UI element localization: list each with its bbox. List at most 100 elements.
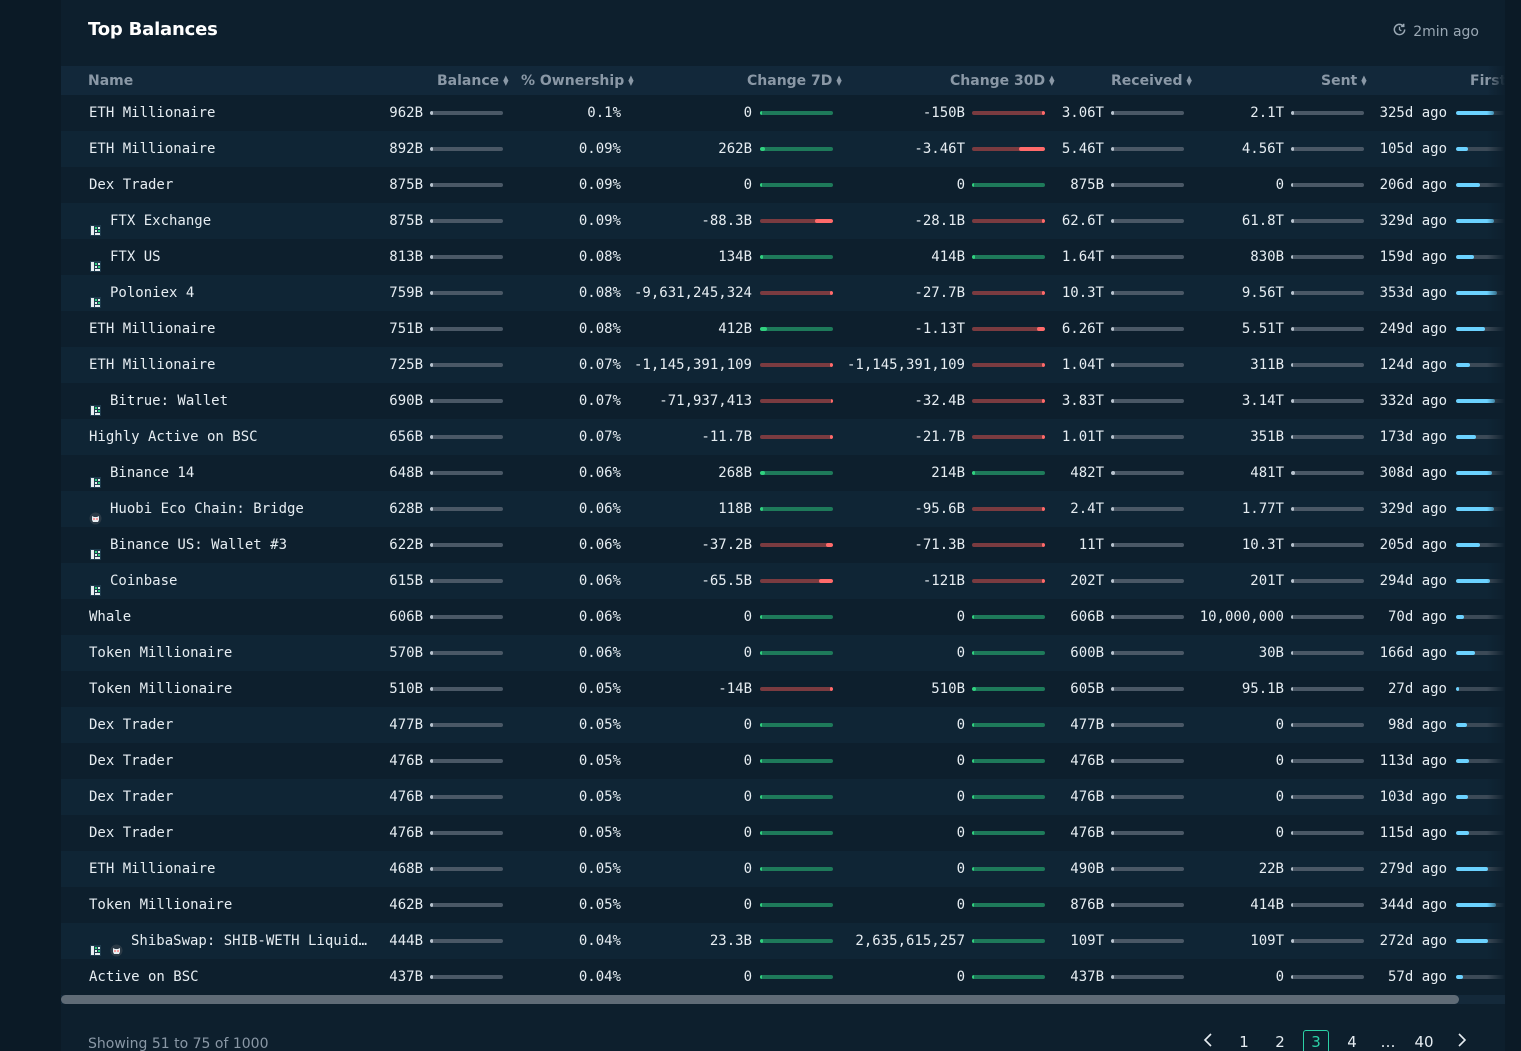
received-bar-fill bbox=[1111, 219, 1114, 223]
address-name-label: Token Millionaire bbox=[89, 645, 233, 661]
table-row[interactable]: Token Millionaire 570B 0.06% 0 0 600B 30B 166d … bbox=[61, 635, 1505, 671]
address-name[interactable]: ETH Millionaire bbox=[89, 851, 374, 887]
change7d-value: -14B bbox=[718, 681, 752, 697]
address-name[interactable]: FTX US bbox=[89, 239, 374, 275]
balance-value: 656B bbox=[389, 429, 423, 445]
received-bar bbox=[1111, 435, 1184, 439]
horizontal-scrollbar[interactable] bbox=[61, 995, 1505, 1004]
table-row[interactable]: ETH Millionaire 962B 0.1% 0 -150B 3.06T 2.1T 32… bbox=[61, 95, 1505, 131]
table-row[interactable]: Bitrue: Wallet 690B 0.07% -71,937,413 -32.4B… bbox=[61, 383, 1505, 419]
balance-bar-fill bbox=[430, 867, 433, 871]
address-name[interactable]: Whale bbox=[89, 599, 374, 635]
address-name[interactable]: ETH Millionaire bbox=[89, 131, 374, 167]
address-name[interactable]: ETH Millionaire bbox=[89, 347, 374, 383]
page-button-3[interactable]: 3 bbox=[1303, 1030, 1329, 1051]
table-row[interactable]: Binance 14 648B 0.06% 268B 214B 482T 481T 308d … bbox=[61, 455, 1505, 491]
address-name[interactable]: Bitrue: Wallet bbox=[89, 383, 374, 419]
ownership-value: 0.04% bbox=[578, 969, 621, 985]
table-row[interactable]: Dex Trader 476B 0.05% 0 0 476B 0 103d ago bbox=[61, 779, 1505, 815]
table-row[interactable]: Dex Trader 476B 0.05% 0 0 476B 0 113d ago bbox=[61, 743, 1505, 779]
table-row[interactable]: Dex Trader 875B 0.09% 0 0 875B 0 206d ago bbox=[61, 167, 1505, 203]
address-name-label: Token Millionaire bbox=[89, 681, 233, 697]
change30d-value: -150B bbox=[922, 105, 965, 121]
change30d-bar bbox=[972, 399, 1045, 403]
address-name-label: Coinbase bbox=[110, 573, 178, 589]
change7d-value: 412B bbox=[718, 321, 752, 337]
address-name[interactable]: FTX Exchange bbox=[89, 203, 374, 239]
table-row[interactable]: ETH Millionaire 751B 0.08% 412B -1.13T 6.26T 5… bbox=[61, 311, 1505, 347]
address-name[interactable]: Token Millionaire bbox=[89, 635, 374, 671]
sent-value: 0 bbox=[1275, 825, 1284, 841]
change7d-bar bbox=[760, 507, 833, 511]
table-row[interactable]: Dex Trader 476B 0.05% 0 0 476B 0 115d ago bbox=[61, 815, 1505, 851]
received-bar-fill bbox=[1111, 183, 1114, 187]
column-name[interactable]: Name bbox=[88, 73, 133, 89]
change30d-value: 414B bbox=[931, 249, 965, 265]
page-button-2[interactable]: 2 bbox=[1267, 1030, 1293, 1051]
column-change30d[interactable]: Change 30D ▲ ▼ bbox=[950, 73, 1055, 89]
refresh-status[interactable]: 2min ago bbox=[1392, 22, 1479, 41]
table-row[interactable]: Huobi Eco Chain: Bridge 628B 0.06% 118B -95.… bbox=[61, 491, 1505, 527]
table-row[interactable]: Whale 606B 0.06% 0 0 606B 10,000,000 70d ago bbox=[61, 599, 1505, 635]
address-name[interactable]: Dex Trader bbox=[89, 707, 374, 743]
address-name[interactable]: ShibaSwap: SHIB-WETH Liquid… bbox=[89, 923, 374, 959]
address-name[interactable]: Binance 14 bbox=[89, 455, 374, 491]
change30d-bar bbox=[972, 507, 1045, 511]
change7d-value: 118B bbox=[718, 501, 752, 517]
column-balance[interactable]: Balance ▲ ▼ bbox=[437, 73, 509, 89]
address-name[interactable]: Active on BSC bbox=[89, 959, 374, 995]
first-seen-value: 57d ago bbox=[1387, 969, 1447, 985]
address-name[interactable]: Dex Trader bbox=[89, 743, 374, 779]
table-row[interactable]: Active on BSC 437B 0.04% 0 0 437B 0 57d ago bbox=[61, 959, 1505, 995]
prev-page-button[interactable] bbox=[1195, 1030, 1221, 1051]
table-row[interactable]: ETH Millionaire 468B 0.05% 0 0 490B 22B 279d ag… bbox=[61, 851, 1505, 887]
table-row[interactable]: Dex Trader 477B 0.05% 0 0 477B 0 98d ago bbox=[61, 707, 1505, 743]
table-row[interactable]: Binance US: Wallet #3 622B 0.06% -37.2B -71.… bbox=[61, 527, 1505, 563]
page-button-1[interactable]: 1 bbox=[1231, 1030, 1257, 1051]
table-row[interactable]: Token Millionaire 510B 0.05% -14B 510B 605B 95… bbox=[61, 671, 1505, 707]
first-seen-value: 308d ago bbox=[1379, 465, 1447, 481]
address-name[interactable]: Dex Trader bbox=[89, 167, 374, 203]
column-change7d[interactable]: Change 7D ▲ ▼ bbox=[747, 73, 842, 89]
column-ownership[interactable]: % Ownership ▲ ▼ bbox=[521, 73, 634, 89]
change7d-bar bbox=[760, 363, 833, 367]
sent-bar bbox=[1291, 291, 1364, 295]
address-name[interactable]: Coinbase bbox=[89, 563, 374, 599]
page-button-40[interactable]: 40 bbox=[1411, 1030, 1437, 1051]
address-name[interactable]: Dex Trader bbox=[89, 815, 374, 851]
table-row[interactable]: ETH Millionaire 725B 0.07% -1,145,391,109 -1… bbox=[61, 347, 1505, 383]
table-row[interactable]: ETH Millionaire 892B 0.09% 262B -3.46T 5.46T 4… bbox=[61, 131, 1505, 167]
balance-bar bbox=[430, 435, 503, 439]
address-name[interactable]: Highly Active on BSC bbox=[89, 419, 374, 455]
table-row[interactable]: Token Millionaire 462B 0.05% 0 0 876B 414B 344d… bbox=[61, 887, 1505, 923]
table-row[interactable]: FTX US 813B 0.08% 134B 414B 1.64T 830B 159d ago bbox=[61, 239, 1505, 275]
table-row[interactable]: Highly Active on BSC 656B 0.07% -11.7B -21.7… bbox=[61, 419, 1505, 455]
table-row[interactable]: ShibaSwap: SHIB-WETH Liquid… 444B 0.04% 23.… bbox=[61, 923, 1505, 959]
scrollbar-thumb[interactable] bbox=[61, 995, 1459, 1004]
address-name[interactable]: ETH Millionaire bbox=[89, 95, 374, 131]
page-button-4[interactable]: 4 bbox=[1339, 1030, 1365, 1051]
column-sent[interactable]: Sent ▲ ▼ bbox=[1321, 73, 1367, 89]
address-name[interactable]: Token Millionaire bbox=[89, 671, 374, 707]
address-name[interactable]: Token Millionaire bbox=[89, 887, 374, 923]
table-row[interactable]: Coinbase 615B 0.06% -65.5B -121B 202T 201T 294d… bbox=[61, 563, 1505, 599]
change7d-bar-fill bbox=[760, 471, 765, 475]
received-bar-fill bbox=[1111, 687, 1114, 691]
balance-bar bbox=[430, 363, 503, 367]
change7d-bar bbox=[760, 831, 833, 835]
sent-value: 311B bbox=[1250, 357, 1284, 373]
column-received[interactable]: Received ▲ ▼ bbox=[1111, 73, 1192, 89]
balance-value: 628B bbox=[389, 501, 423, 517]
next-page-button[interactable] bbox=[1449, 1030, 1475, 1051]
balance-bar bbox=[430, 831, 503, 835]
table-row[interactable]: Poloniex 4 759B 0.08% -9,631,245,324 -27.7B 1… bbox=[61, 275, 1505, 311]
address-name[interactable]: Poloniex 4 bbox=[89, 275, 374, 311]
address-name[interactable]: Huobi Eco Chain: Bridge bbox=[89, 491, 374, 527]
address-name[interactable]: Binance US: Wallet #3 bbox=[89, 527, 374, 563]
table-row[interactable]: FTX Exchange 875B 0.09% -88.3B -28.1B 62.6T 61… bbox=[61, 203, 1505, 239]
refresh-icon bbox=[1392, 22, 1407, 41]
address-name[interactable]: Dex Trader bbox=[89, 779, 374, 815]
received-value: 875B bbox=[1070, 177, 1104, 193]
first-seen-bar-fill bbox=[1456, 255, 1474, 259]
address-name[interactable]: ETH Millionaire bbox=[89, 311, 374, 347]
